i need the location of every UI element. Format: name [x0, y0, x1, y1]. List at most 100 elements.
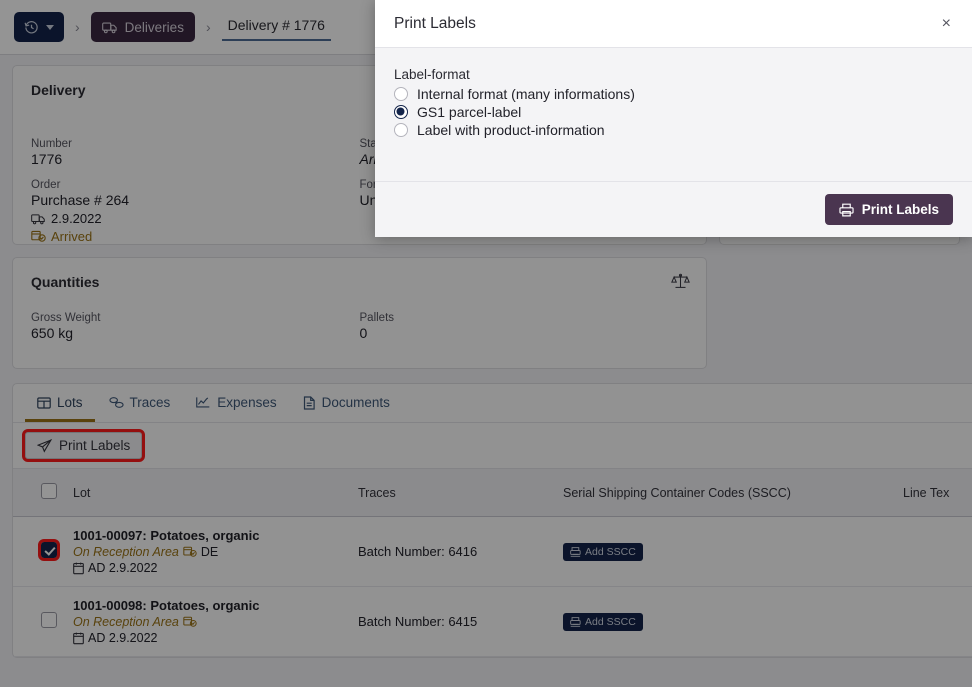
print-labels-button-label: Print Labels [59, 438, 130, 453]
table-row[interactable]: 1001-00098: Potatoes, organic On Recepti… [13, 587, 972, 657]
table-row[interactable]: 1001-00097: Potatoes, organic On Recepti… [13, 517, 972, 587]
calendar-icon [73, 632, 84, 645]
add-sscc-label: Add SSCC [585, 616, 636, 628]
tab-lots-label: Lots [57, 395, 83, 410]
row-lot-location: On Reception Area [73, 545, 179, 559]
gross-weight-field: Gross Weight 650 kg [31, 312, 360, 341]
delivery-number-label: Number [31, 138, 360, 150]
breadcrumb-separator: › [72, 19, 83, 35]
breadcrumb-deliveries[interactable]: Deliveries [91, 12, 195, 42]
header-sscc[interactable]: Serial Shipping Container Codes (SSCC) [555, 469, 895, 517]
select-all-checkbox[interactable] [41, 483, 57, 499]
radio-icon[interactable] [394, 87, 408, 101]
package-check-icon-row-2 [183, 616, 197, 628]
radio-option-product-information[interactable]: Label with product-information [394, 122, 953, 138]
dialog-header: Print Labels × [375, 0, 972, 48]
print-labels-dialog: Print Labels × Label-format Internal for… [375, 0, 972, 237]
row-lot-country: DE [201, 545, 218, 559]
row-lot-location-row-2: On Reception Area [73, 615, 342, 629]
row-lot-cell-2: 1001-00098: Potatoes, organic On Recepti… [65, 587, 350, 657]
package-check-icon [31, 230, 46, 243]
pallets-label: Pallets [360, 312, 689, 324]
printer-icon [839, 203, 854, 217]
gross-weight-value: 650 kg [31, 325, 360, 341]
print-labels-button[interactable]: Print Labels [25, 432, 142, 459]
dialog-title: Print Labels [394, 15, 940, 33]
dialog-body: Label-format Internal format (many infor… [375, 48, 972, 181]
row-lot-date-row-2: AD 2.9.2022 [73, 631, 342, 645]
row-sscc-cell: Add SSCC [555, 517, 895, 587]
breadcrumb-separator-2: › [203, 19, 214, 35]
tab-documents[interactable]: Documents [291, 384, 402, 422]
delivery-number-value: 1776 [31, 151, 360, 167]
traces-icon [109, 396, 124, 409]
delivery-ship-status-row: Arrived [31, 229, 360, 244]
add-sscc-button[interactable]: Add SSCC [563, 543, 643, 561]
row-checkbox[interactable] [41, 542, 57, 558]
chart-icon [196, 396, 211, 409]
truck-icon-small [31, 213, 46, 225]
row-select-cell-2 [13, 587, 65, 657]
package-check-icon-row [183, 546, 197, 558]
row-lot-date-row: AD 2.9.2022 [73, 561, 342, 575]
lots-table-head: Lot Traces Serial Shipping Container Cod… [13, 469, 972, 517]
row-lot-name: 1001-00098: Potatoes, organic [73, 598, 342, 613]
truck-icon [102, 21, 118, 34]
row-lot-date: AD 2.9.2022 [88, 561, 158, 575]
header-line-text[interactable]: Line Tex [895, 469, 972, 517]
document-icon [303, 396, 316, 410]
radio-option-product-information-label: Label with product-information [417, 122, 605, 138]
dialog-print-labels-button-label: Print Labels [862, 202, 939, 217]
lots-table-header-row: Lot Traces Serial Shipping Container Cod… [13, 469, 972, 517]
radio-icon-selected[interactable] [394, 105, 408, 119]
tab-traces[interactable]: Traces [97, 384, 183, 422]
chevron-down-icon [46, 25, 54, 30]
header-lot[interactable]: Lot [65, 469, 350, 517]
row-lot-date: AD 2.9.2022 [88, 631, 158, 645]
radio-option-internal-format[interactable]: Internal format (many informations) [394, 86, 953, 102]
box-icon [37, 396, 51, 410]
lots-panel: Lots Traces [12, 383, 972, 658]
row-line-text-cell-2 [895, 587, 972, 657]
tab-expenses[interactable]: Expenses [184, 384, 288, 422]
row-sscc-cell-2: Add SSCC [555, 587, 895, 657]
radio-option-internal-format-label: Internal format (many informations) [417, 86, 635, 102]
history-button[interactable] [14, 12, 64, 42]
row-checkbox[interactable] [41, 612, 57, 628]
radio-option-gs1-parcel-label-label: GS1 parcel-label [417, 104, 521, 120]
lots-toolbar: Print Labels [13, 423, 972, 468]
send-icon [37, 439, 52, 453]
delivery-ship-status: Arrived [51, 229, 92, 244]
select-all-header [13, 469, 65, 517]
close-icon[interactable]: × [940, 12, 953, 36]
pallets-value: 0 [360, 325, 689, 341]
dialog-footer: Print Labels [375, 181, 972, 237]
lots-table: Lot Traces Serial Shipping Container Cod… [13, 468, 972, 657]
delivery-fields-left: Number 1776 Order Purchase # 264 [31, 126, 360, 244]
dialog-print-labels-button[interactable]: Print Labels [825, 194, 953, 225]
pallets-field: Pallets 0 [360, 312, 689, 341]
quantities-card-title: Quantities [31, 274, 688, 290]
scales-icon [671, 273, 690, 291]
breadcrumb-deliveries-label: Deliveries [125, 20, 184, 35]
row-lot-cell: 1001-00097: Potatoes, organic On Recepti… [65, 517, 350, 587]
gross-weight-label: Gross Weight [31, 312, 360, 324]
add-sscc-button[interactable]: Add SSCC [563, 613, 643, 631]
row-lot-location-row: On Reception Area DE [73, 545, 342, 559]
add-sscc-label: Add SSCC [585, 546, 636, 558]
row-select-cell [13, 517, 65, 587]
row-line-text-cell [895, 517, 972, 587]
tab-bar: Lots Traces [13, 384, 972, 423]
radio-option-gs1-parcel-label[interactable]: GS1 parcel-label [394, 104, 953, 120]
tab-documents-label: Documents [322, 395, 390, 410]
row-lot-location: On Reception Area [73, 615, 179, 629]
header-traces[interactable]: Traces [350, 469, 555, 517]
breadcrumb-current[interactable]: Delivery # 1776 [222, 13, 331, 41]
row-lot-name: 1001-00097: Potatoes, organic [73, 528, 342, 543]
tab-lots[interactable]: Lots [25, 384, 95, 422]
barcode-printer-icon [570, 547, 581, 557]
quantities-fields: Gross Weight 650 kg Pallets 0 [31, 312, 688, 341]
lots-table-body: 1001-00097: Potatoes, organic On Recepti… [13, 517, 972, 657]
delivery-order-value: Purchase # 264 [31, 192, 360, 208]
radio-icon[interactable] [394, 123, 408, 137]
